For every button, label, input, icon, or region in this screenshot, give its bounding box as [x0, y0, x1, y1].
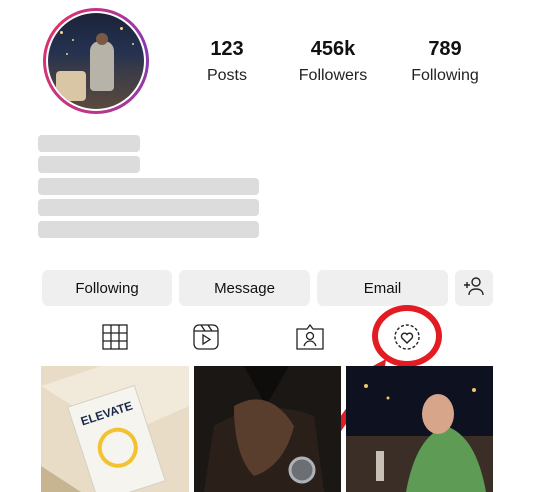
- profile-avatar[interactable]: [43, 8, 149, 114]
- posts-count: 123: [210, 38, 244, 60]
- watch-photo: [194, 366, 341, 492]
- tagged-icon: [296, 323, 324, 355]
- stat-following[interactable]: 789 Following: [390, 38, 500, 85]
- bio-placeholder-line: [38, 178, 259, 195]
- add-user-button[interactable]: [455, 270, 493, 306]
- tab-grid[interactable]: [101, 323, 129, 355]
- bio-placeholder-line: [38, 199, 259, 216]
- grid-icon: [102, 323, 128, 355]
- email-button[interactable]: Email: [317, 270, 448, 306]
- avatar-image: [46, 11, 146, 111]
- bio-placeholder-line: [38, 135, 140, 152]
- following-button[interactable]: Following: [42, 270, 172, 306]
- add-person-icon: [462, 275, 486, 301]
- tab-tagged[interactable]: [296, 323, 324, 355]
- posts-label: Posts: [206, 67, 247, 84]
- tab-reels[interactable]: [192, 323, 220, 355]
- stat-posts[interactable]: 123 Posts: [172, 38, 282, 85]
- following-count: 789: [428, 38, 462, 60]
- stat-followers[interactable]: 456k Followers: [278, 38, 388, 85]
- message-button[interactable]: Message: [179, 270, 310, 306]
- grid-post-book[interactable]: ELEVATE: [41, 366, 189, 492]
- grid-post-couple[interactable]: [346, 366, 493, 492]
- followers-count: 456k: [310, 38, 356, 60]
- bio-placeholder-line: [38, 156, 140, 173]
- followers-label: Followers: [298, 67, 368, 84]
- bio-placeholder-line: [38, 221, 259, 238]
- following-label: Following: [411, 67, 479, 84]
- book-photo: ELEVATE: [41, 366, 189, 492]
- couple-photo: [346, 366, 493, 492]
- grid-post-watch[interactable]: [194, 366, 341, 492]
- reels-icon: [193, 323, 219, 355]
